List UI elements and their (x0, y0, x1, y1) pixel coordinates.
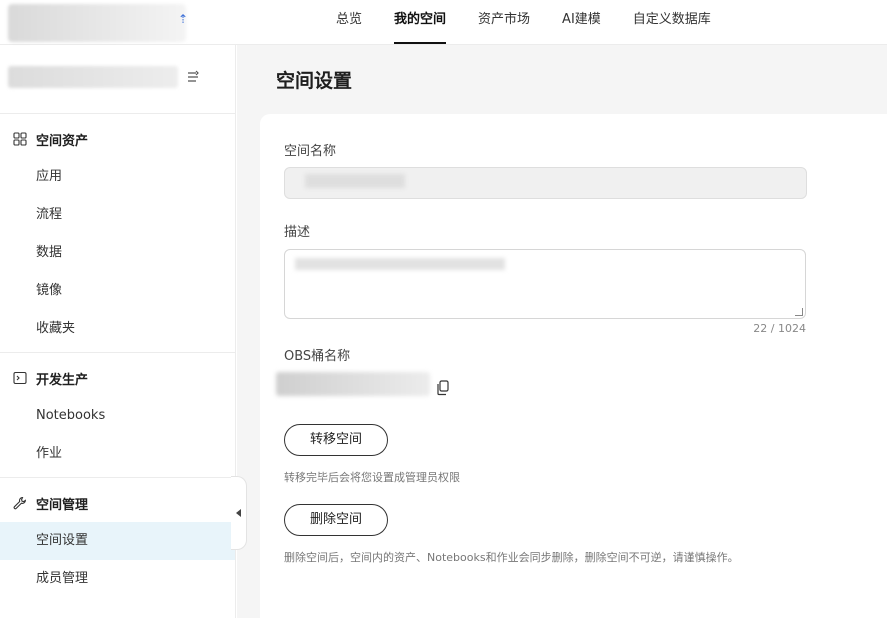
sidebar-item-member-management[interactable]: 成员管理 (0, 560, 235, 598)
page-title: 空间设置 (276, 70, 353, 92)
group-development: 开发生产 Notebooks 作业 (0, 353, 235, 478)
description-char-counter: 22 / 1024 (753, 322, 806, 335)
sidebar-item-images[interactable]: 镜像 (0, 272, 235, 310)
logo-mark-icon: ⇡ (178, 12, 189, 26)
chevron-left-icon (236, 509, 241, 517)
workspace-name-blurred (8, 66, 178, 88)
copy-icon[interactable] (436, 380, 450, 396)
top-navigation-bar: ⇡ 总览 我的空间 资产市场 AI建模 自定义数据库 (0, 0, 887, 44)
transfer-space-button[interactable]: 转移空间 (284, 424, 388, 456)
sidebar-item-flows[interactable]: 流程 (0, 196, 235, 234)
description-value-blurred (295, 258, 505, 270)
space-name-value-blurred (305, 174, 405, 188)
group-title-development: 开发生产 (0, 359, 235, 397)
delete-space-button[interactable]: 删除空间 (284, 504, 388, 536)
nav-ai-modeling[interactable]: AI建模 (562, 0, 601, 44)
logo-blurred[interactable] (8, 4, 186, 42)
main-nav: 总览 我的空间 资产市场 AI建模 自定义数据库 (336, 0, 743, 44)
transfer-hint: 转移完毕后会将您设置成管理员权限 (284, 471, 460, 484)
group-label: 空间管理 (36, 497, 89, 513)
sidebar-item-favorites[interactable]: 收藏夹 (0, 310, 235, 348)
space-name-input (284, 167, 807, 199)
sidebar-item-jobs[interactable]: 作业 (0, 435, 235, 473)
main-content: 空间设置 空间名称 描述 22 / 1024 OBS桶名称 转移空间 转移完毕后… (237, 44, 887, 618)
group-space-management: 空间管理 空间设置 成员管理 (0, 478, 235, 602)
sidebar-item-space-settings[interactable]: 空间设置 (0, 522, 235, 560)
nav-asset-market[interactable]: 资产市场 (478, 0, 530, 44)
sidebar-item-notebooks[interactable]: Notebooks (0, 397, 235, 435)
group-label: 空间资产 (36, 133, 89, 149)
group-space-assets: 空间资产 应用 流程 数据 镜像 收藏夹 (0, 114, 235, 353)
sidebar: 空间资产 应用 流程 数据 镜像 收藏夹 开发生产 Notebooks 作业 空… (0, 44, 236, 618)
delete-hint: 删除空间后，空间内的资产、Notebooks和作业会同步删除，删除空间不可逆，请… (284, 551, 739, 564)
resize-handle-icon[interactable] (795, 308, 803, 316)
switch-workspace-icon[interactable] (186, 70, 200, 84)
group-title-space-assets: 空间资产 (0, 120, 235, 158)
terminal-icon (12, 370, 28, 386)
sidebar-item-apps[interactable]: 应用 (0, 158, 235, 196)
description-textarea[interactable] (284, 249, 806, 319)
description-label: 描述 (284, 225, 311, 240)
nav-overview[interactable]: 总览 (336, 0, 362, 44)
nav-my-space[interactable]: 我的空间 (394, 0, 447, 44)
settings-card: 空间名称 描述 22 / 1024 OBS桶名称 转移空间 转移完毕后会将您设置… (260, 114, 887, 618)
nav-custom-database[interactable]: 自定义数据库 (633, 0, 711, 44)
obs-bucket-label: OBS桶名称 (284, 349, 351, 364)
sidebar-collapse-button[interactable] (231, 476, 247, 550)
group-title-space-management: 空间管理 (0, 484, 235, 522)
grid-icon (12, 131, 28, 147)
workspace-selector[interactable] (0, 44, 235, 114)
obs-bucket-value-blurred (276, 372, 430, 396)
sidebar-item-data[interactable]: 数据 (0, 234, 235, 272)
group-label: 开发生产 (36, 372, 89, 388)
wrench-icon (12, 495, 28, 511)
space-name-label: 空间名称 (284, 144, 337, 159)
